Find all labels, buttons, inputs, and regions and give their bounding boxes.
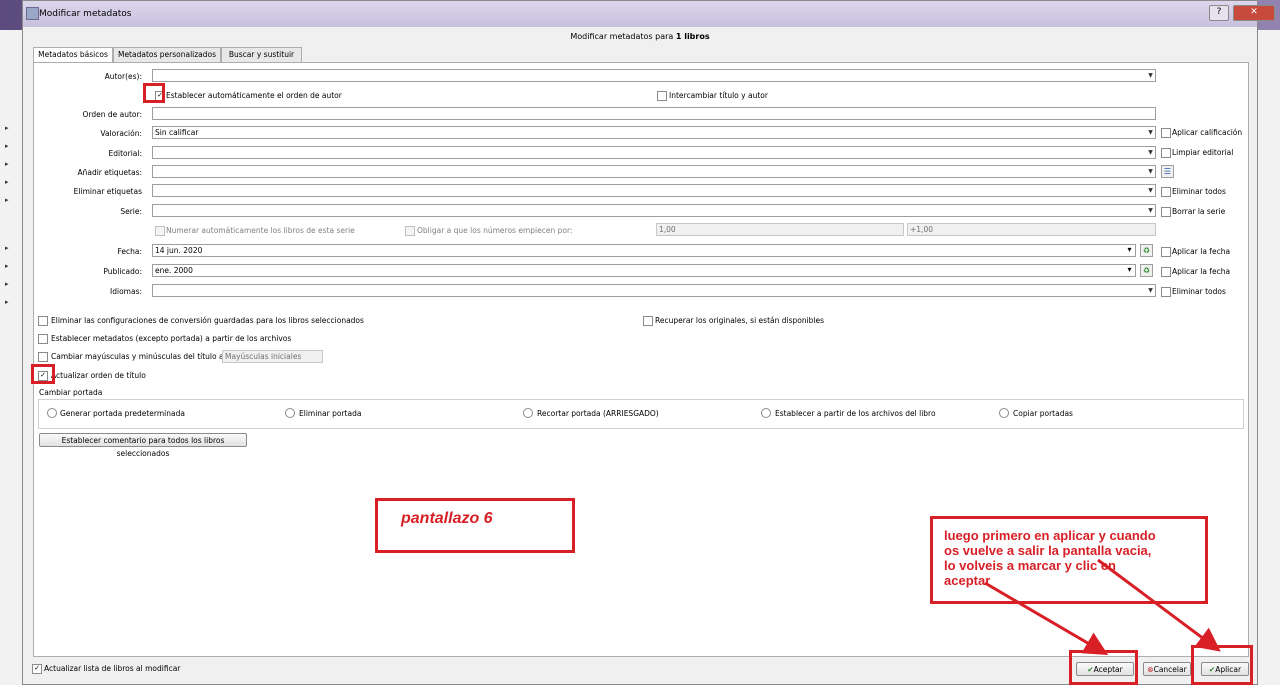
arrow-to-accept [984,581,1109,656]
annotation-arrows [984,558,1221,656]
arrow-to-apply [1097,558,1221,652]
